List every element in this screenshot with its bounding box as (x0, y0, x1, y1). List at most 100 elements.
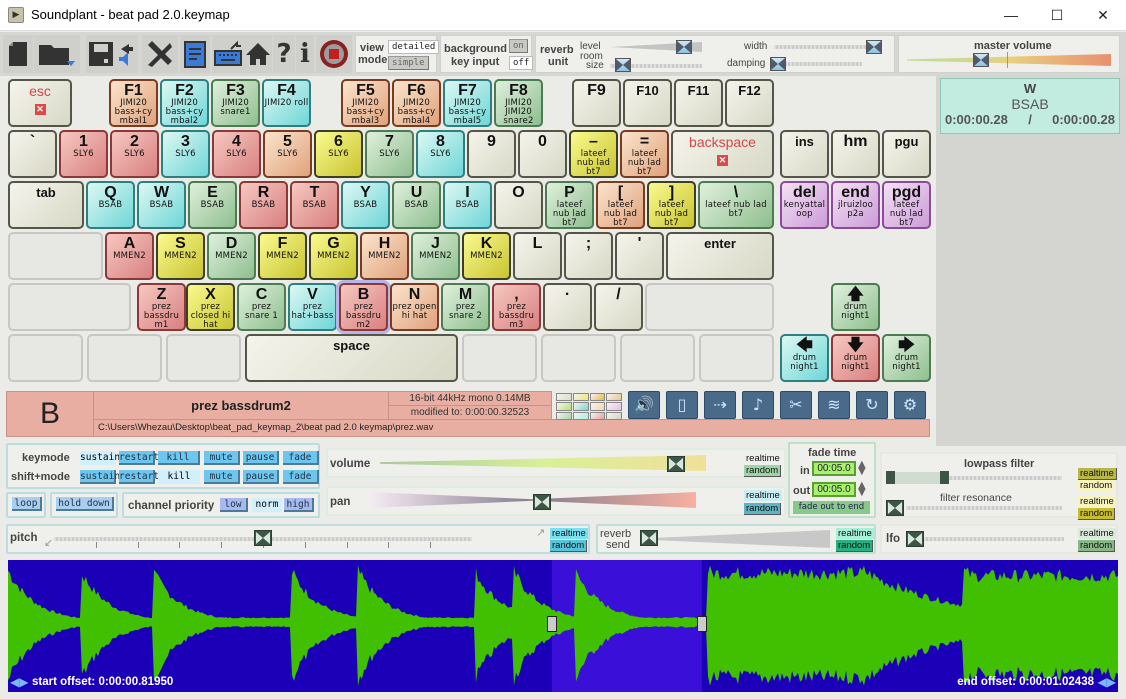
width-slider-thumb[interactable] (866, 40, 882, 54)
pan-realtime-toggle[interactable]: realtime (744, 490, 782, 501)
key-K[interactable]: K MMEN2 (462, 232, 511, 280)
key-unassigned[interactable] (645, 283, 774, 331)
key-F6[interactable]: F6 JIMI20 bass+cy mbal4 (392, 79, 441, 127)
key-unassigned[interactable] (541, 334, 616, 382)
background-input-off-button[interactable]: off (509, 56, 534, 70)
room-size-slider-thumb[interactable] (614, 58, 631, 72)
key-6[interactable]: 6 SLY6 (314, 130, 363, 178)
key-J[interactable]: J MMEN2 (411, 232, 460, 280)
new-sound-icon[interactable]: ▯ (666, 391, 698, 419)
key-ins[interactable]: ins (780, 130, 829, 178)
lowpass-low-handle[interactable] (886, 471, 895, 484)
keymode-kill-option[interactable]: kill (158, 451, 200, 465)
key-V[interactable]: Vprez hat+bass (288, 283, 337, 331)
key-pgd[interactable]: pgd lateef nub lad bt7 (882, 181, 931, 229)
shiftmode-mute-option[interactable]: mute (204, 470, 240, 484)
key-F10[interactable]: F10 (623, 79, 672, 127)
key-pgu[interactable]: pgu (882, 130, 931, 178)
fade-in-spinner[interactable]: ▲ ▼ (858, 460, 866, 477)
key-unassigned[interactable] (8, 334, 83, 382)
key-F[interactable]: F MMEN2 (258, 232, 307, 280)
key-3[interactable]: 3 SLY6 (161, 130, 210, 178)
fade-out-input[interactable]: 00:05.0 (812, 482, 856, 497)
key-F1[interactable]: F1 JIMI20 bass+cy mbal1 (109, 79, 158, 127)
key-end[interactable]: end jlruizloo p2a (831, 181, 880, 229)
key-S[interactable]: S MMEN2 (156, 232, 205, 280)
key-0[interactable]: 0 (518, 130, 567, 178)
key-enter[interactable]: enter (666, 232, 774, 280)
sample-name[interactable]: prez bassdrum2 (93, 391, 389, 420)
key-symbol[interactable]: , prez bassdru m3 (492, 283, 541, 331)
color-swatch[interactable] (589, 393, 606, 402)
pitch-realtime-toggle[interactable]: realtime (550, 528, 588, 539)
color-swatch[interactable] (606, 411, 622, 420)
key-symbol[interactable]: / (594, 283, 643, 331)
cut-sound-icon[interactable]: ✂ (780, 391, 812, 419)
waveform-display[interactable]: ◀▶ start offset: 0:00:00.81950 end offse… (8, 560, 1118, 692)
key-symbol[interactable]: \ lateef nub lad bt7 (698, 181, 774, 229)
load-sound-icon[interactable]: 🔊 (628, 391, 660, 419)
key-U[interactable]: U BSAB (392, 181, 441, 229)
reverb-send-slider-thumb[interactable] (640, 530, 658, 546)
color-swatch[interactable] (606, 393, 622, 402)
key-5[interactable]: 5 SLY6 (263, 130, 312, 178)
priority-high-option[interactable]: high (284, 498, 314, 512)
maximize-button[interactable]: ☐ (1034, 0, 1080, 31)
key-M[interactable]: Mprez snare 2 (441, 283, 490, 331)
key-C[interactable]: Cprez snare 1 (237, 283, 286, 331)
key-9[interactable]: 9 (467, 130, 516, 178)
key-del[interactable]: del kenyattal oop (780, 181, 829, 229)
keymode-restart-option[interactable]: restart (119, 451, 159, 465)
volume-realtime-toggle[interactable]: realtime (744, 453, 782, 464)
minimize-button[interactable]: — (988, 0, 1034, 31)
keymode-pause-option[interactable]: pause (243, 451, 279, 465)
key-unassigned[interactable] (166, 334, 241, 382)
key-W[interactable]: W BSAB (137, 181, 186, 229)
key-esc[interactable]: esc ✕ (8, 79, 72, 127)
key-F5[interactable]: F5 JIMI20 bass+cy mbal3 (341, 79, 390, 127)
master-volume-slider-thumb[interactable] (972, 53, 989, 67)
key-tab[interactable]: tab (8, 181, 84, 229)
waveform-editor-icon[interactable]: ≋ (818, 391, 850, 419)
shiftmode-sustain-option[interactable]: sustain (80, 470, 120, 484)
key-4[interactable]: 4 SLY6 (212, 130, 261, 178)
color-swatch[interactable] (572, 411, 589, 420)
key-I[interactable]: I BSAB (443, 181, 492, 229)
key-1[interactable]: 1 SLY6 (59, 130, 108, 178)
shiftmode-fade-option[interactable]: fade (283, 470, 319, 484)
close-button[interactable]: ✕ (1080, 0, 1126, 31)
key-H[interactable]: H MMEN2 (360, 232, 409, 280)
record-button[interactable] (316, 35, 352, 73)
color-swatch[interactable] (572, 402, 589, 411)
key-symbol[interactable]: [lateef nub lad bt7 (596, 181, 645, 229)
key-symbol[interactable]: ` (8, 130, 57, 178)
keymode-sustain-option[interactable]: sustain (80, 451, 120, 465)
key-F2[interactable]: F2 JIMI20 bass+cy mbal2 (160, 79, 209, 127)
pitch-random-toggle[interactable]: random (550, 540, 588, 552)
key-symbol[interactable]: – lateef nub lad bt7 (569, 130, 618, 178)
reload-icon[interactable]: ↻ (856, 391, 888, 419)
reverb-send-realtime-toggle[interactable]: realtime (836, 528, 874, 539)
priority-norm-option[interactable]: norm (252, 498, 282, 512)
start-offset-marker[interactable] (546, 616, 557, 632)
tools-button[interactable] (142, 35, 178, 73)
key-F11[interactable]: F11 (674, 79, 723, 127)
key-Q[interactable]: Q BSAB (86, 181, 135, 229)
key-symbol[interactable]: ' (615, 232, 664, 280)
key-symbol[interactable]: ] lateef nub lad bt7 (647, 181, 696, 229)
key-F8[interactable]: F8 JIMI20 JIMI20 snare2 (494, 79, 543, 127)
lfo-slider-thumb[interactable] (906, 531, 924, 547)
key-X[interactable]: Xprez closed hi hat (186, 283, 235, 331)
key-R[interactable]: R BSAB (239, 181, 288, 229)
key-F3[interactable]: F3 JIMI20 snare1 (211, 79, 260, 127)
fade-in-input[interactable]: 00:05.0 (812, 461, 856, 476)
key-2[interactable]: 2 SLY6 (110, 130, 159, 178)
key-symbol[interactable]: 🡅 drum night1 (831, 283, 880, 331)
volume-slider-thumb[interactable] (666, 456, 685, 472)
new-file-button[interactable] (3, 35, 33, 73)
save-button[interactable] (86, 35, 138, 73)
end-offset-nudge-icon[interactable]: ◀▶ (1098, 675, 1116, 689)
priority-low-option[interactable]: low (220, 498, 248, 512)
lowpass-random-toggle[interactable]: random (1078, 480, 1115, 491)
key-backspace[interactable]: backspace ✕ (671, 130, 774, 178)
